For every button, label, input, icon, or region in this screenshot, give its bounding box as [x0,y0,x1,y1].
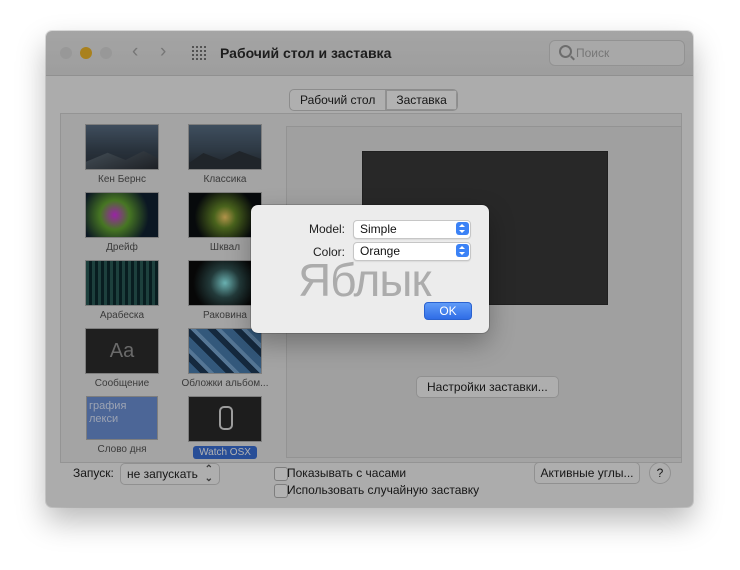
ok-button[interactable]: OK [424,302,472,320]
popup-stepper-icon [456,244,469,257]
popup-stepper-icon [456,222,469,235]
watermark-text: Яблык [298,254,432,306]
model-value: Simple [360,222,397,236]
model-label: Model: [308,222,345,236]
model-popup[interactable]: Simple [353,220,471,239]
